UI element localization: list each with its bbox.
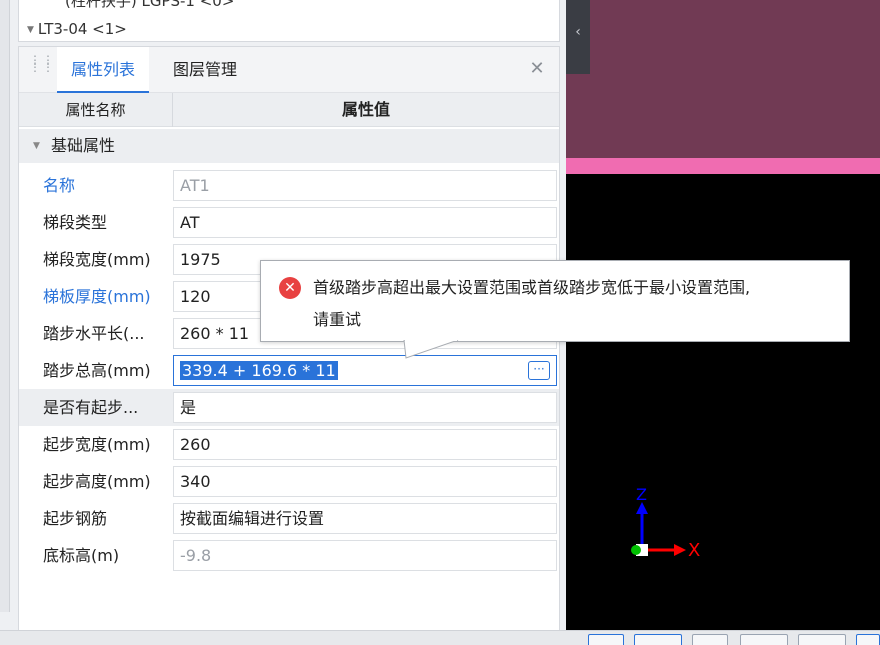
tooltip-message-line2: 请重试	[313, 310, 362, 329]
group-basic-properties[interactable]: ▼ 基础属性	[19, 129, 559, 163]
property-value[interactable]: AT	[173, 207, 557, 238]
left-gutter	[0, 0, 10, 612]
toolbar-button[interactable]	[692, 634, 728, 645]
tab-property-list[interactable]: 属性列表	[57, 47, 150, 93]
toolbar-button[interactable]	[856, 634, 880, 645]
property-value[interactable]: 340	[173, 466, 557, 497]
property-row: 名称 AT1	[19, 167, 559, 204]
property-name: 梯段宽度(mm)	[43, 250, 151, 269]
property-row: 是否有起步... 是	[19, 389, 559, 426]
property-name: 梯板厚度(mm)	[43, 287, 151, 306]
panel-tab-bar: ⋮⋮ ⋮⋮ 属性列表 图层管理 ✕	[19, 47, 559, 93]
status-bar	[0, 630, 880, 645]
tree-item-label: LT3-04 <1>	[37, 20, 127, 38]
property-name: 梯段类型	[43, 213, 108, 232]
selected-text[interactable]: 339.4 + 169.6 * 11	[180, 361, 338, 380]
viewport-edge	[566, 158, 880, 174]
error-icon: ✕	[279, 277, 301, 299]
property-value-input[interactable]: 339.4 + 169.6 * 11 ···	[173, 355, 557, 386]
axis-label-z: Z	[636, 488, 647, 504]
property-panel: ⋮⋮ ⋮⋮ 属性列表 图层管理 ✕ 属性名称 属性值 ▼ 基础属性 名称 AT1 …	[18, 46, 560, 638]
property-value[interactable]: 是	[173, 392, 557, 423]
more-options-button[interactable]: ···	[528, 361, 550, 380]
property-name: 名称	[43, 176, 76, 195]
tab-layer-management[interactable]: 图层管理	[159, 47, 251, 93]
table-header: 属性名称 属性值	[19, 93, 559, 127]
drag-grip-icon[interactable]: ⋮⋮ ⋮⋮	[29, 54, 54, 79]
group-label: 基础属性	[51, 136, 116, 155]
property-row-editing: 踏步总高(mm) 339.4 + 169.6 * 11 ···	[19, 352, 559, 389]
viewport-surface	[566, 0, 880, 158]
property-value[interactable]: -9.8	[173, 540, 557, 571]
axis-label-x: X	[688, 540, 700, 561]
property-value[interactable]: 按截面编辑进行设置	[173, 503, 557, 534]
error-tooltip: ✕ 首级踏步高超出最大设置范围或首级踏步宽低于最小设置范围, 请重试	[260, 260, 850, 342]
property-name: 踏步总高(mm)	[43, 361, 151, 380]
property-name: 是否有起步...	[43, 398, 139, 417]
property-row: 梯段类型 AT	[19, 204, 559, 241]
tooltip-pointer	[403, 340, 459, 359]
property-row: 起步钢筋 按截面编辑进行设置	[19, 500, 559, 537]
tree-view: (柱杆扶手) LGPS-1 <0> ▼ LT3-04 <1>	[18, 0, 560, 42]
property-value[interactable]: 260	[173, 429, 557, 460]
property-row: 起步高度(mm) 340	[19, 463, 559, 500]
property-name: 起步钢筋	[43, 509, 108, 528]
property-row: 底标高(m) -9.8	[19, 537, 559, 574]
column-header-name: 属性名称	[19, 93, 173, 127]
tooltip-message-line1: 首级踏步高超出最大设置范围或首级踏步宽低于最小设置范围,	[313, 278, 751, 297]
property-name: 起步宽度(mm)	[43, 435, 151, 454]
tree-item-lt3-04[interactable]: ▼ LT3-04 <1>	[27, 20, 127, 38]
property-row: 起步宽度(mm) 260	[19, 426, 559, 463]
collapse-caret-icon[interactable]: ▼	[33, 141, 40, 151]
property-value[interactable]: AT1	[173, 170, 557, 201]
toolbar-button[interactable]	[740, 634, 788, 645]
chevron-left-icon[interactable]: ‹	[566, 0, 590, 74]
property-name: 踏步水平长(...	[43, 324, 145, 343]
toolbar-button[interactable]	[798, 634, 846, 645]
expand-caret-icon[interactable]: ▼	[27, 25, 34, 35]
column-header-value: 属性值	[341, 100, 390, 119]
toolbar-button[interactable]	[634, 634, 682, 645]
tree-item-lgps[interactable]: (柱杆扶手) LGPS-1 <0>	[65, 0, 234, 11]
property-name: 底标高(m)	[43, 546, 120, 565]
axis-gizmo: Z X	[631, 488, 700, 561]
property-name: 起步高度(mm)	[43, 472, 151, 491]
close-icon[interactable]: ✕	[527, 59, 547, 79]
toolbar-button[interactable]	[588, 634, 624, 645]
